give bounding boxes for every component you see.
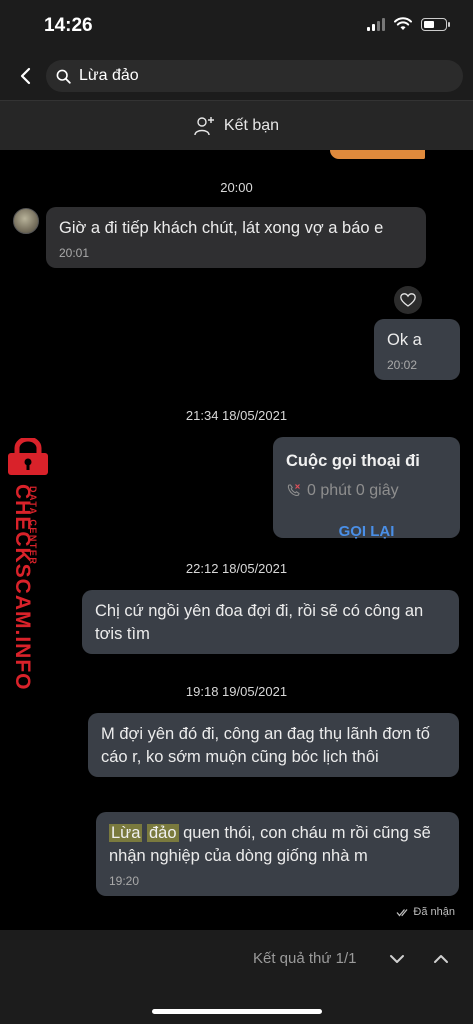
seen-status: Đã nhận xyxy=(396,906,455,918)
call-bubble[interactable]: Cuộc gọi thoại đi 0 phút 0 giây GỌI LẠI xyxy=(273,437,460,540)
message-time: 19:20 xyxy=(109,874,140,888)
lock-icon xyxy=(8,438,48,475)
add-user-icon xyxy=(194,116,214,135)
search-highlight: đảo xyxy=(147,824,179,842)
status-bar: 14:26 xyxy=(0,0,473,52)
avatar[interactable] xyxy=(13,208,39,234)
time-separator: 22:12 18/05/2021 xyxy=(185,561,288,576)
watermark-sub-text: DATA CENTER xyxy=(28,486,38,566)
call-duration: 0 phút 0 giây xyxy=(307,482,399,499)
react-heart-button[interactable] xyxy=(394,286,422,314)
message-bubble-outgoing[interactable]: M đợi yên đó đi, công an đag thụ lãnh đơ… xyxy=(88,713,459,777)
cellular-signal-icon xyxy=(367,17,385,31)
message-bubble-outgoing[interactable]: Ok a 20:02 xyxy=(374,319,460,380)
message-text: Giờ a đi tiếp khách chút, lát xong vợ a … xyxy=(59,219,384,237)
heart-icon xyxy=(400,293,416,307)
result-count: Kết quả thứ 1/1 xyxy=(253,950,357,967)
chevron-left-icon xyxy=(20,67,31,85)
message-time: 20:01 xyxy=(59,246,90,260)
message-time: 20:02 xyxy=(387,358,418,372)
wifi-icon xyxy=(394,17,412,30)
status-icons xyxy=(367,17,450,31)
message-text: Lừa đảo quen thói, con cháu m rồi cũng s… xyxy=(109,822,446,868)
back-button[interactable] xyxy=(12,62,38,90)
search-highlight: Lừa xyxy=(109,824,143,842)
watermark: CHECKSCAM.INFO DATA CENTER xyxy=(2,438,52,691)
message-bubble-outgoing[interactable]: Chị cứ ngồi yên đoa đợi đi, rồi sẽ có cô… xyxy=(82,590,459,654)
missed-call-icon xyxy=(287,484,300,497)
next-result-button[interactable] xyxy=(385,947,409,971)
battery-icon xyxy=(421,17,450,31)
seen-label: Đã nhận xyxy=(413,906,455,918)
message-text: M đợi yên đó đi, công an đag thụ lãnh đơ… xyxy=(101,725,430,766)
search-box[interactable] xyxy=(46,60,463,92)
status-time: 14:26 xyxy=(44,15,93,36)
chat-area[interactable]: 20:00 Giờ a đi tiếp khách chút, lát xong… xyxy=(0,150,473,930)
previous-result-button[interactable] xyxy=(429,947,453,971)
search-icon xyxy=(56,69,71,84)
call-title: Cuộc gọi thoại đi xyxy=(286,452,420,470)
time-separator: 20:00 xyxy=(220,180,253,195)
add-friend-button[interactable]: Kết bạn xyxy=(0,100,473,150)
chevron-up-icon xyxy=(434,955,448,963)
search-result-bar: Kết quả thứ 1/1 xyxy=(0,930,473,1024)
search-input[interactable] xyxy=(79,67,439,85)
home-indicator[interactable] xyxy=(152,1009,322,1014)
sticker-image[interactable] xyxy=(330,150,425,159)
message-bubble-outgoing[interactable]: Lừa đảo quen thói, con cháu m rồi cũng s… xyxy=(96,812,459,896)
time-separator: 21:34 18/05/2021 xyxy=(185,408,288,423)
call-back-button[interactable]: GỌI LẠI xyxy=(286,520,447,543)
add-friend-label: Kết bạn xyxy=(223,116,280,134)
message-bubble-incoming[interactable]: Giờ a đi tiếp khách chút, lát xong vợ a … xyxy=(46,207,426,268)
double-check-icon xyxy=(396,908,408,917)
time-separator: 19:18 19/05/2021 xyxy=(185,684,288,699)
chevron-down-icon xyxy=(390,955,404,963)
message-text: Ok a xyxy=(387,331,422,349)
message-text: Chị cứ ngồi yên đoa đợi đi, rồi sẽ có cô… xyxy=(95,602,424,643)
call-duration-row: 0 phút 0 giây xyxy=(286,479,447,502)
top-bar xyxy=(0,52,473,100)
